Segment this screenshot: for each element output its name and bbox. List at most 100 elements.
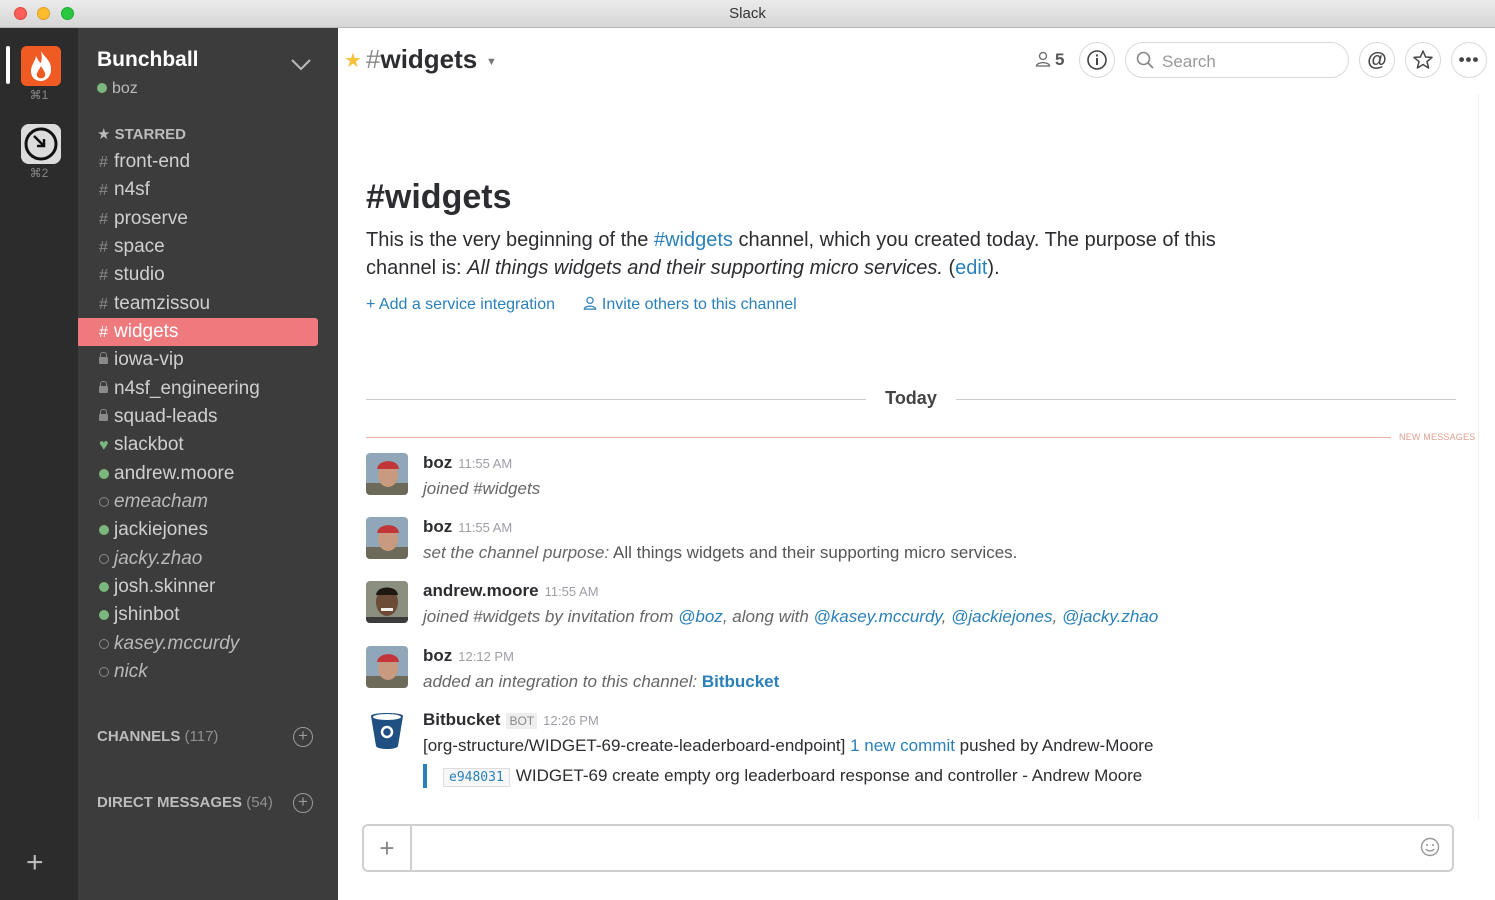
- sidebar-item-jshinbot[interactable]: jshinbot: [78, 601, 318, 629]
- hash-icon: #: [99, 267, 108, 285]
- sidebar-item-kasey-mccurdy[interactable]: kasey.mccurdy: [78, 630, 318, 658]
- channels-section-header[interactable]: CHANNELS (117): [97, 728, 218, 745]
- channel-link[interactable]: #widgets: [654, 229, 733, 251]
- add-integration-label: Add a service integration: [378, 296, 556, 313]
- dm-section-header[interactable]: DIRECT MESSAGES (54): [97, 794, 273, 811]
- add-dm-icon[interactable]: +: [293, 793, 313, 813]
- member-count-button[interactable]: 5: [1035, 50, 1064, 70]
- avatar[interactable]: [366, 646, 408, 688]
- avatar[interactable]: [366, 581, 408, 623]
- ellipsis-icon: •••: [1458, 50, 1480, 69]
- add-team-icon[interactable]: +: [26, 848, 44, 878]
- starred-label: STARRED: [114, 126, 187, 143]
- sidebar-item-slackbot[interactable]: ♥ slackbot: [78, 431, 318, 459]
- message-timestamp[interactable]: 12:26 PM: [543, 713, 599, 728]
- message-text: set the channel purpose: All things widg…: [423, 543, 1453, 563]
- edit-purpose-link[interactable]: edit: [955, 257, 987, 279]
- starred-section-header[interactable]: ★ STARRED: [97, 125, 186, 143]
- presence-online-icon: [99, 517, 114, 545]
- sidebar-item-squad-leads[interactable]: squad-leads: [78, 403, 318, 431]
- close-window-button[interactable]: [14, 7, 27, 20]
- chevron-down-icon[interactable]: [290, 58, 312, 72]
- intro-actions: + Add a service integration Invite other…: [366, 296, 821, 314]
- mentions-button[interactable]: @: [1359, 42, 1395, 78]
- message-author[interactable]: andrew.moore: [423, 581, 539, 600]
- star-outline-icon: [1413, 50, 1433, 69]
- invite-others-link[interactable]: Invite others to this channel: [583, 296, 797, 313]
- info-button[interactable]: [1079, 42, 1115, 78]
- search-input[interactable]: Search: [1125, 42, 1349, 78]
- sidebar-item-teamzissou[interactable]: # teamzissou: [78, 290, 318, 318]
- sidebar-item-nick[interactable]: nick: [78, 658, 318, 686]
- sidebar-item-josh-skinner[interactable]: josh.skinner: [78, 573, 318, 601]
- commit-message: WIDGET-69 create empty org leaderboard r…: [515, 766, 1143, 785]
- message-author[interactable]: Bitbucket: [423, 710, 500, 729]
- attach-file-button[interactable]: +: [364, 826, 412, 870]
- sidebar-item-label: teamzissou: [114, 292, 211, 314]
- user-mention[interactable]: @kasey.mccurdy: [814, 607, 942, 626]
- active-team-indicator: [6, 46, 10, 84]
- sidebar-item-studio[interactable]: # studio: [78, 261, 318, 289]
- avatar[interactable]: [366, 517, 408, 559]
- team-switcher: ⌘1 ⌘2 +: [0, 28, 78, 900]
- integration-link[interactable]: Bitbucket: [702, 672, 779, 691]
- team-bunchball-icon[interactable]: [21, 46, 61, 86]
- sidebar-item-widgets[interactable]: # widgets: [78, 317, 318, 346]
- hash-icon: #: [99, 154, 108, 171]
- sidebar-item-jacky-zhao[interactable]: jacky.zhao: [78, 545, 318, 573]
- window-title: Slack: [729, 5, 766, 22]
- message-text-part: joined #widgets by invitation from: [423, 607, 679, 626]
- commit-link[interactable]: 1 new commit: [850, 736, 955, 755]
- message-text-part: pushed by Andrew-Moore: [954, 736, 1154, 755]
- sidebar-item-emeacham[interactable]: emeacham: [78, 488, 318, 516]
- user-mention[interactable]: @jackiejones: [951, 607, 1052, 626]
- message-timestamp[interactable]: 11:55 AM: [458, 456, 512, 471]
- sidebar-item-jackiejones[interactable]: jackiejones: [78, 516, 318, 544]
- message-author[interactable]: boz: [423, 517, 452, 536]
- sidebar-item-n4sf[interactable]: # n4sf: [78, 176, 318, 204]
- avatar[interactable]: [366, 453, 408, 495]
- sidebar-item-label: nick: [114, 660, 148, 682]
- bitbucket-icon[interactable]: [366, 710, 408, 752]
- sidebar-item-label: studio: [114, 264, 165, 286]
- message-timestamp[interactable]: 12:12 PM: [458, 649, 514, 664]
- add-integration-link[interactable]: + Add a service integration: [366, 296, 555, 313]
- team-name[interactable]: Bunchball: [97, 48, 199, 72]
- star-icon[interactable]: ★: [344, 48, 362, 73]
- lock-icon: [99, 347, 114, 375]
- commit-hash[interactable]: e948031: [443, 768, 510, 787]
- message-author[interactable]: boz: [423, 453, 452, 472]
- star-icon: ★: [97, 126, 111, 143]
- message-text-em: set the channel purpose:: [423, 543, 610, 562]
- user-mention[interactable]: @boz: [678, 607, 723, 626]
- new-messages-divider: [366, 437, 1391, 438]
- channel-header: ★ #widgets ▼ 5 Search @ •••: [338, 28, 1495, 94]
- message-author[interactable]: boz: [423, 646, 452, 665]
- person-icon: [1035, 51, 1051, 67]
- channel-sidebar: Bunchball boz ★ STARRED # front-end # n4sf #…: [78, 28, 338, 900]
- channel-title[interactable]: #widgets: [366, 44, 477, 75]
- current-user[interactable]: boz: [97, 80, 138, 98]
- message-timestamp[interactable]: 11:55 AM: [545, 584, 599, 599]
- sidebar-item-proserve[interactable]: # proserve: [78, 205, 318, 233]
- more-options-button[interactable]: •••: [1451, 42, 1487, 78]
- starred-items-button[interactable]: [1405, 42, 1441, 78]
- sidebar-item-andrew-moore[interactable]: andrew.moore: [78, 460, 318, 488]
- invite-others-label: Invite others to this channel: [601, 296, 797, 313]
- add-channel-icon[interactable]: +: [293, 727, 313, 747]
- message-timestamp[interactable]: 11:55 AM: [458, 520, 512, 535]
- sidebar-item-label: andrew.moore: [114, 462, 235, 484]
- sidebar-item-front-end[interactable]: # front-end: [78, 148, 318, 176]
- message-composer[interactable]: +: [362, 824, 1454, 872]
- chevron-down-icon[interactable]: ▼: [486, 56, 497, 68]
- minimize-window-button[interactable]: [37, 7, 50, 20]
- maximize-window-button[interactable]: [61, 7, 74, 20]
- intro-title: #widgets: [366, 178, 512, 216]
- sidebar-item-space[interactable]: # space: [78, 233, 318, 261]
- team-granular-icon[interactable]: [21, 124, 61, 164]
- sidebar-item-iowa-vip[interactable]: iowa-vip: [78, 346, 318, 374]
- sidebar-item-n4sf-engineering[interactable]: n4sf_engineering: [78, 375, 318, 403]
- emoji-icon[interactable]: [1420, 837, 1440, 857]
- message-scrollbar[interactable]: [1478, 94, 1486, 819]
- user-mention[interactable]: @jacky.zhao: [1062, 607, 1158, 626]
